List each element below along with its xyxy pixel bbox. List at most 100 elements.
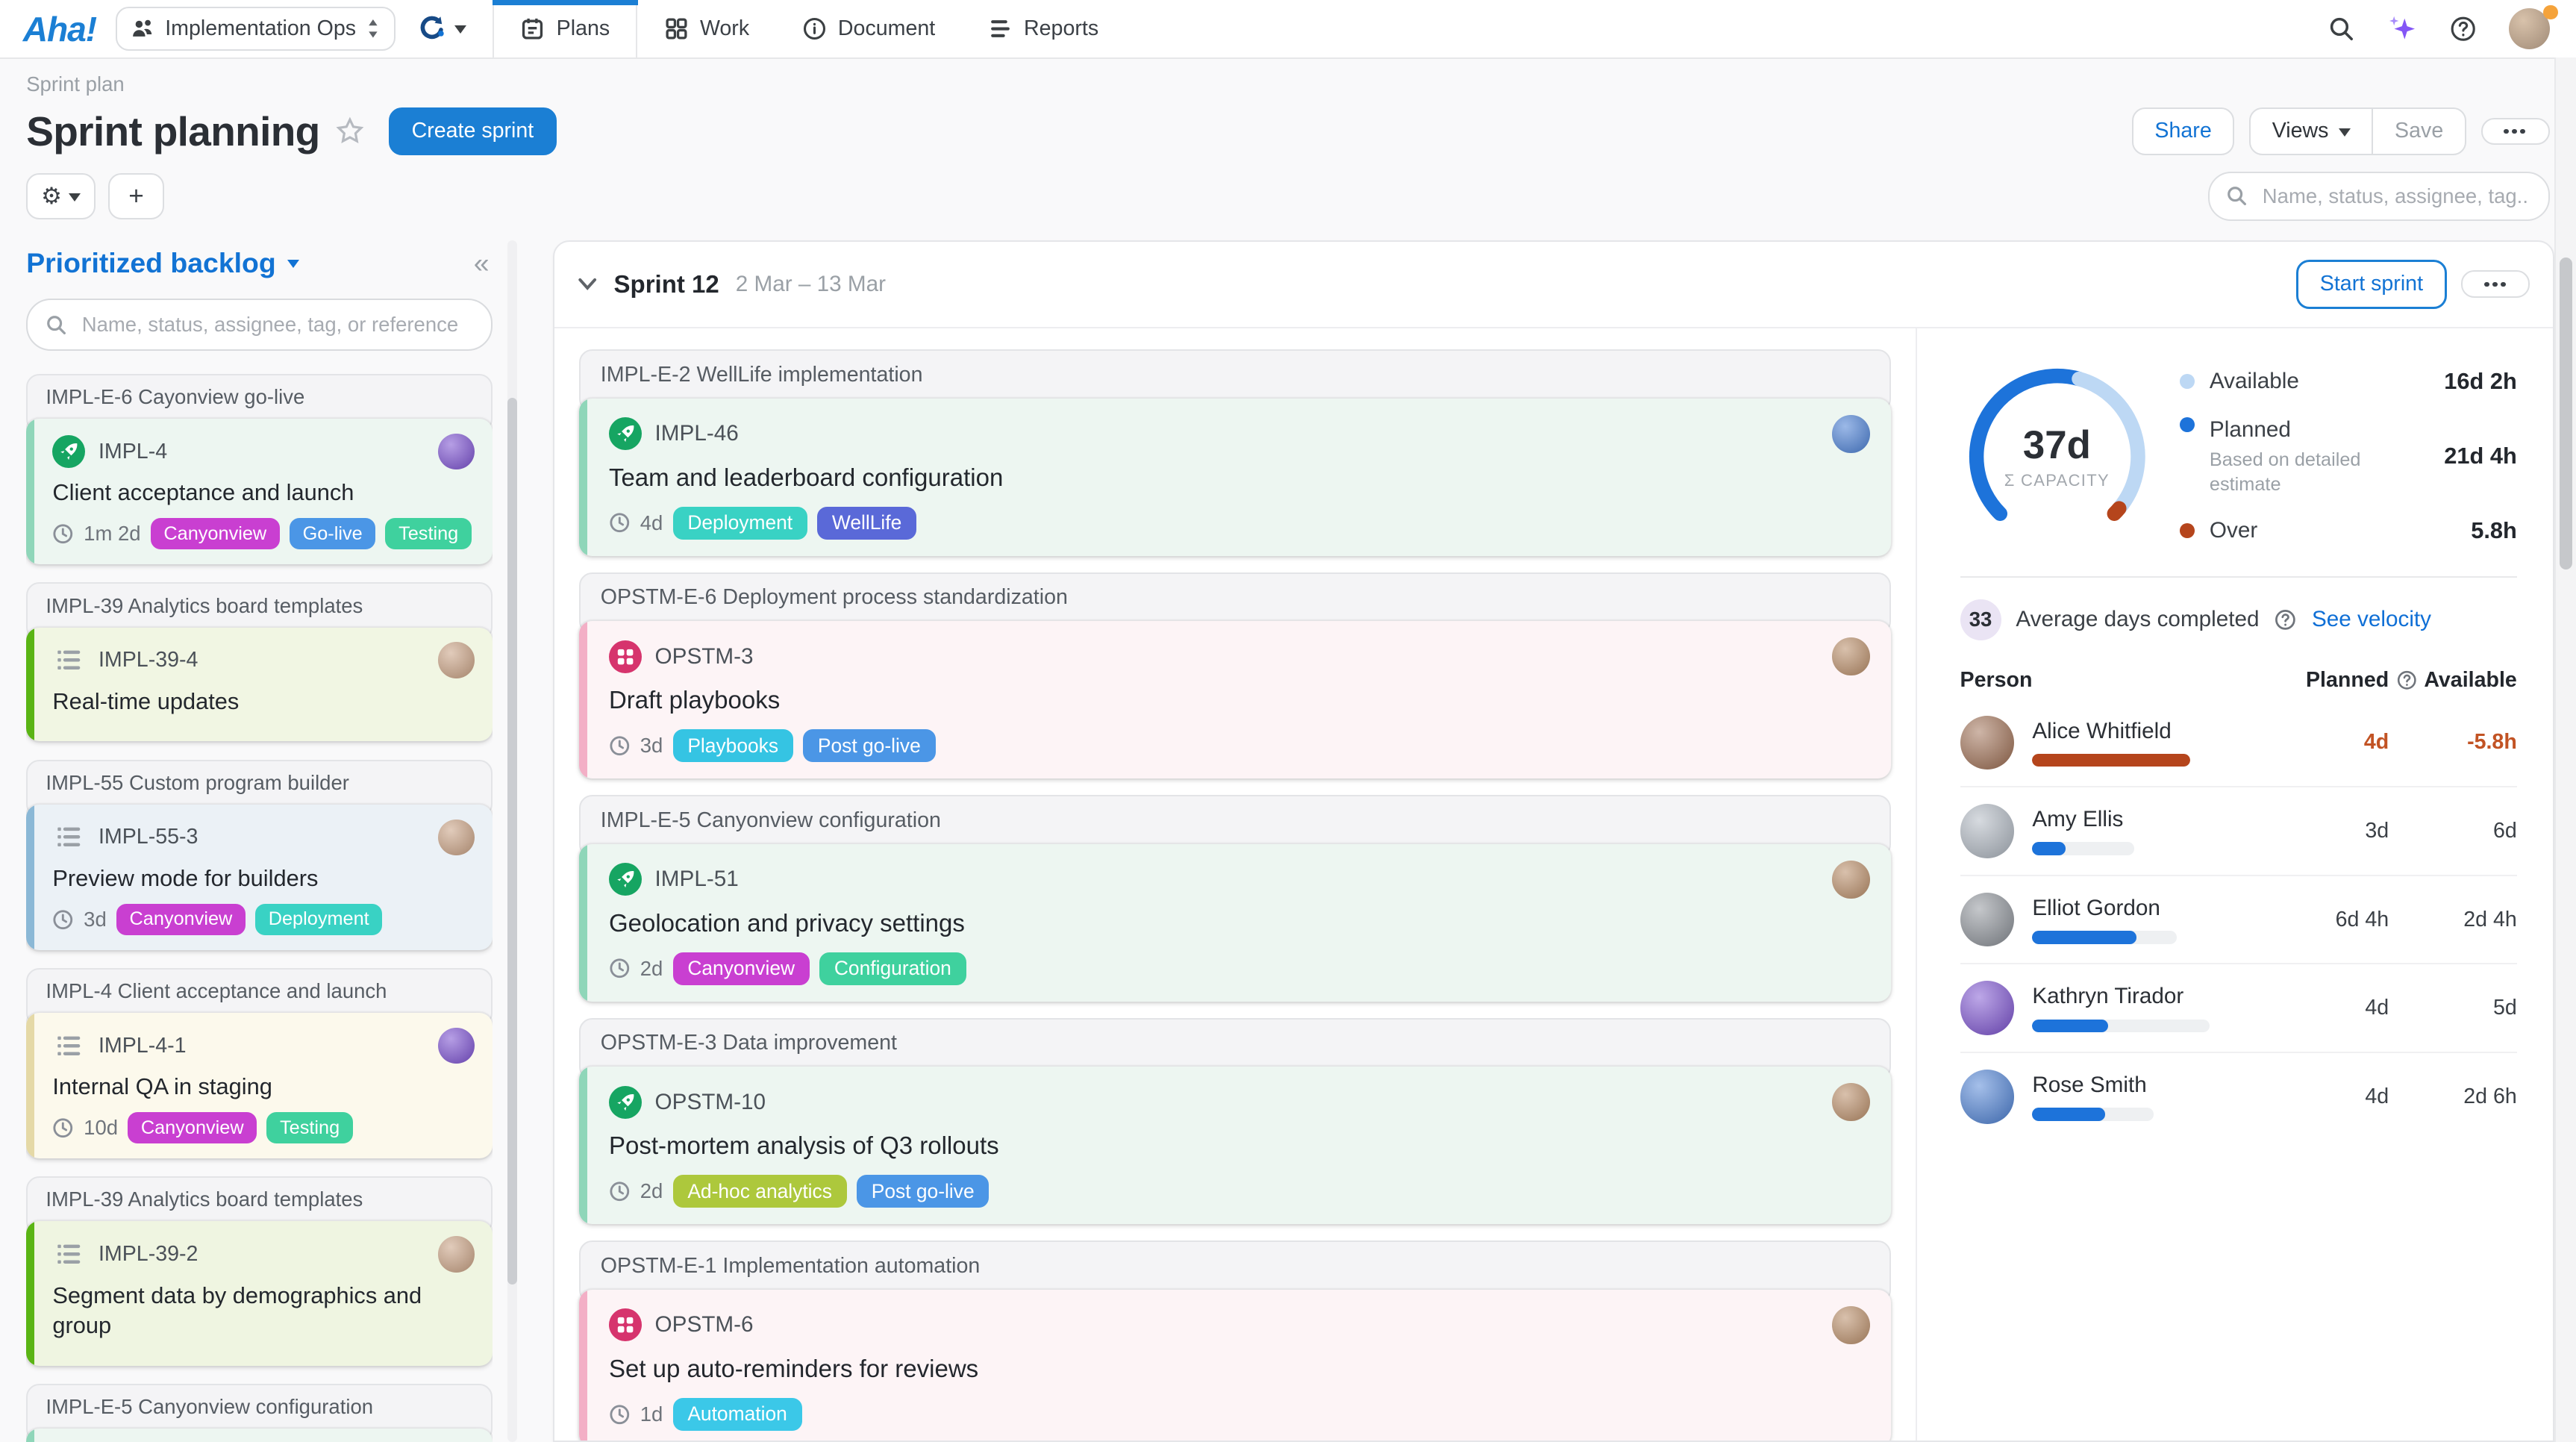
work-item-card[interactable]: IMPL-39-4 Real-time updates [26,628,493,742]
estimate-value: 1d [640,1402,663,1426]
capacity-bar-track [2032,754,2189,767]
scrollbar-thumb[interactable] [2560,258,2573,569]
person-name: Amy Ellis [2032,807,2287,832]
develop-menu[interactable] [418,15,466,43]
work-item-card[interactable]: IMPL-46 Team and leaderboard configurati… [579,399,1891,556]
record-title: Geolocation and privacy settings [609,907,1870,940]
share-button[interactable]: Share [2132,107,2235,154]
tag-pill: Post go-live [803,729,935,762]
work-item-card[interactable]: OPSTM-3 Draft playbooks 3d PlaybooksPost… [579,621,1891,778]
record-reference: OPSTM-6 [655,1312,754,1338]
chevron-down-icon [69,193,81,207]
backlog-search [26,299,493,351]
tab-document[interactable]: Document [775,0,961,57]
capacity-bar-fill [2032,754,2189,767]
capacity-bar-track [2032,1108,2154,1121]
reports-bars-icon [988,16,1013,41]
tab-label: Plans [557,16,610,41]
backlog-list-icon [52,644,85,677]
work-item-card[interactable]: IMPL-4-1 Internal QA in staging 10d Cany… [26,1013,493,1158]
tab-work[interactable]: Work [637,0,775,57]
sidebar-scrollbar[interactable] [507,240,517,1442]
epic-name: IMPL-39 Analytics board templates [46,1187,363,1211]
search-icon [2226,185,2248,207]
work-item-card[interactable]: IMPL-4 Client acceptance and launch 1m 2… [26,419,493,564]
nav-tabs: Plans Work Document Reports [493,0,1125,57]
ai-sparkle-icon[interactable] [2386,13,2419,46]
work-item-card[interactable]: IMPL-55-3 Preview mode for builders 3d C… [26,805,493,950]
card-status-edge [26,1221,34,1365]
rocket-icon [609,417,642,450]
epic-name: IMPL-E-6 Cayonview go-live [46,385,304,408]
backlog-list-icon [52,1237,85,1270]
help-icon[interactable] [2449,15,2477,43]
record-title: Post-mortem analysis of Q3 rollouts [609,1129,1870,1162]
question-icon[interactable] [2274,608,2297,631]
work-item-card[interactable]: IMPL-39-2 Segment data by demographics a… [26,1221,493,1365]
search-icon[interactable] [2328,16,2354,42]
see-velocity-link[interactable]: See velocity [2312,607,2431,632]
backlog-title-dropdown[interactable]: Prioritized backlog [26,247,276,279]
page-scrollbar[interactable] [2554,57,2575,1442]
assignee-avatar [1832,861,1870,899]
settings-button[interactable]: ⚙ [26,173,95,219]
backlog-search-input[interactable] [78,311,472,338]
plus-icon: + [128,181,144,211]
workspace-selector[interactable]: Implementation Ops [116,7,395,51]
capacity-bar-fill [2032,931,2136,944]
favorite-star-icon[interactable] [334,116,366,147]
tag-list: CanyonviewConfiguration [673,952,966,985]
card-status-edge [579,621,587,778]
record-reference: OPSTM-10 [655,1090,766,1115]
record-title: Real-time updates [52,687,474,717]
people-icon [131,17,155,40]
card-status-edge [26,1429,34,1441]
epic-name: IMPL-39 Analytics board templates [46,594,363,617]
tag-pill: Ad-hoc analytics [673,1175,847,1208]
work-item-card[interactable]: IMPL-51 Geolocation and privacy settings… [579,844,1891,1002]
epic-name: IMPL-E-5 Canyonview configuration [46,1395,373,1418]
person-row: Alice Whitfield 4d -5.8h [1960,699,2517,788]
tab-reports[interactable]: Reports [961,0,1125,57]
epic-name: IMPL-E-2 WellLife implementation [601,363,923,387]
tab-plans[interactable]: Plans [493,0,637,57]
clock-icon [52,523,74,545]
add-button[interactable]: + [108,173,164,219]
assignee-avatar [1832,637,1870,675]
tag-list: Ad-hoc analyticsPost go-live [673,1175,990,1208]
legend-planned: PlannedBased on detailed estimate 21d 4h [2180,416,2516,497]
user-avatar[interactable] [2509,8,2550,49]
work-item-card[interactable]: OPSTM-6 Set up auto-reminders for review… [579,1290,1891,1441]
capacity-bar-fill [2032,842,2066,855]
epic-name: OPSTM-E-1 Implementation automation [601,1254,981,1278]
develop-cycle-icon [418,15,446,43]
scrollbar-thumb[interactable] [507,398,517,1285]
save-button[interactable]: Save [2373,109,2464,153]
start-sprint-button[interactable]: Start sprint [2296,260,2446,308]
tag-pill: Canyonview [116,904,246,935]
card-status-edge [579,844,587,1002]
work-item-card[interactable]: IMPL-39 Analytics board templates 3d Can… [26,1429,493,1441]
collapse-sprint-icon[interactable] [578,278,597,291]
person-available: 6d [2389,819,2517,843]
estimate-value: 2d [640,957,663,981]
more-button[interactable] [2481,118,2550,146]
backlog-sidebar: Prioritized backlog « IMPL-E-6 Cayonview… [26,240,493,1442]
search-icon [46,314,67,336]
filter-search [2208,172,2549,221]
views-button[interactable]: Views [2251,109,2372,153]
sprint-more-button[interactable] [2461,270,2530,298]
work-item-card[interactable]: OPSTM-10 Post-mortem analysis of Q3 roll… [579,1067,1891,1224]
collapse-sidebar-icon[interactable]: « [474,249,493,277]
tag-pill: Automation [673,1398,802,1431]
tag-list: CanyonviewTesting [128,1112,353,1143]
person-avatar [1960,981,2015,1035]
capacity-table-header: Person Planned Available [1960,668,2517,693]
question-icon[interactable] [2396,670,2418,691]
legend-dot [2180,417,2195,432]
sprint-dates: 2 Mar – 13 Mar [736,272,886,297]
create-sprint-button[interactable]: Create sprint [389,107,557,154]
person-available: 5d [2389,996,2517,1020]
person-name: Rose Smith [2032,1073,2287,1098]
filter-search-input[interactable] [2259,183,2531,210]
